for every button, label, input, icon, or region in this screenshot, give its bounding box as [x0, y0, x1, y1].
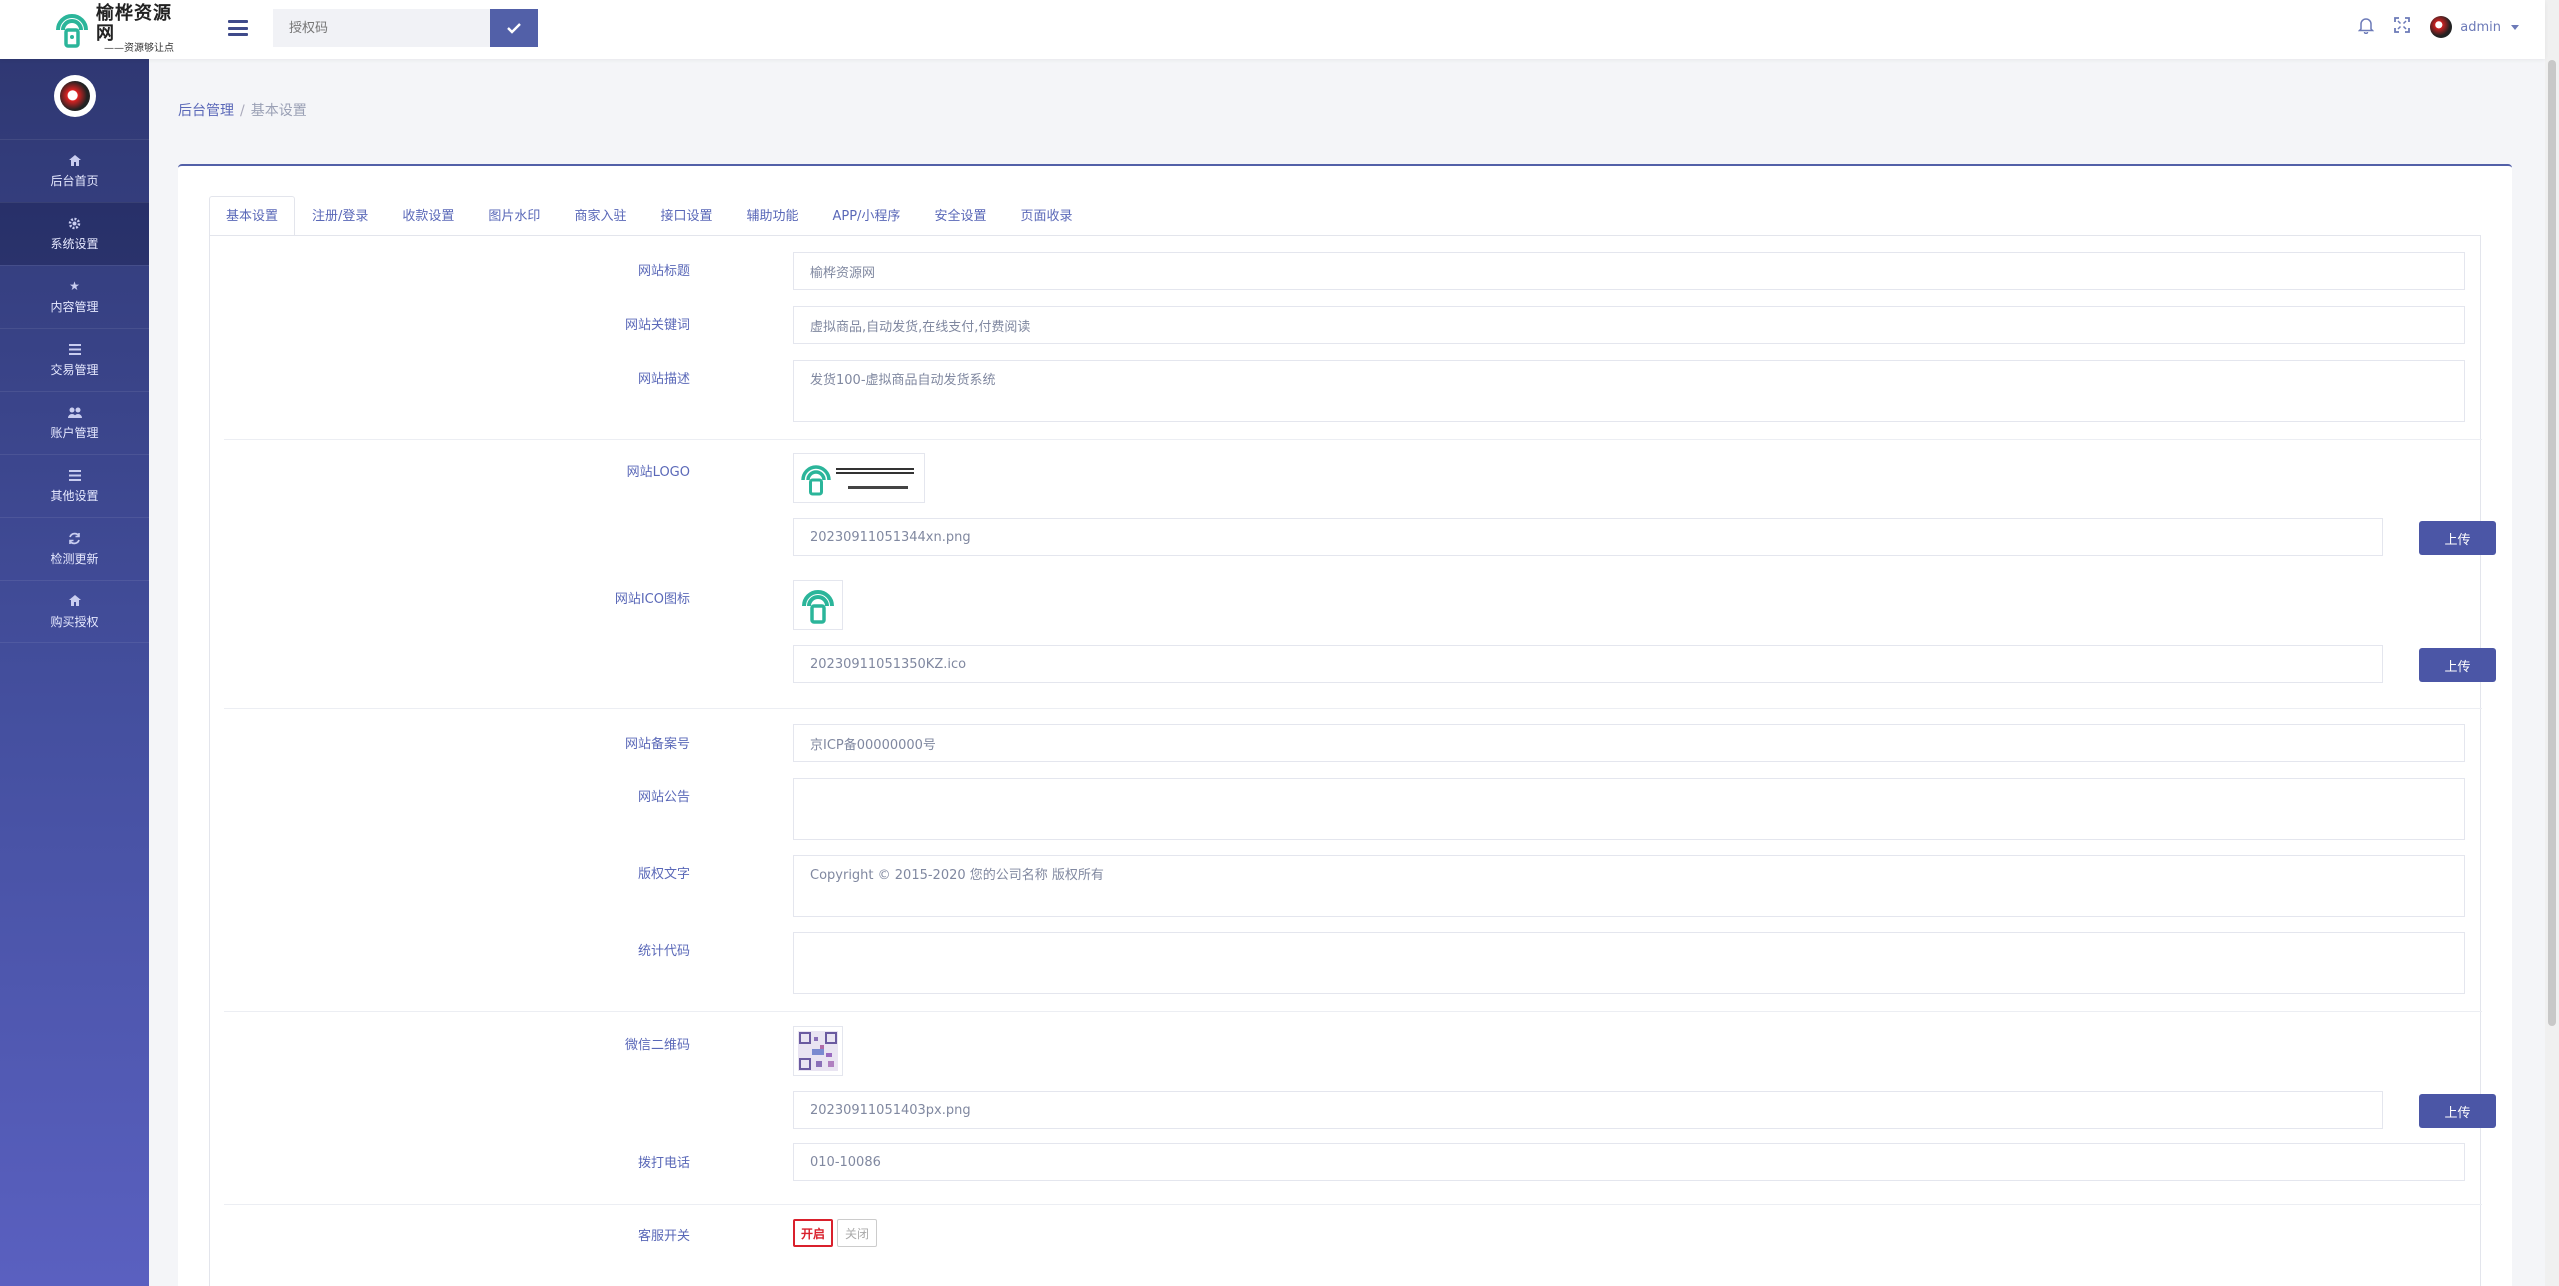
divider: [224, 439, 2482, 440]
icp-label: 网站备案号: [624, 737, 690, 752]
license-search: [273, 9, 538, 47]
wechat-qr-upload-button[interactable]: 上传: [2419, 1094, 2496, 1128]
tab-auxiliary[interactable]: 辅助功能: [729, 196, 815, 236]
sidebar-item-transactions[interactable]: 交易管理: [0, 328, 149, 391]
tab-security[interactable]: 安全设置: [917, 196, 1003, 236]
breadcrumb: 后台管理 / 基本设置: [178, 103, 307, 119]
divider: [224, 708, 2482, 709]
brand-logo-mark: [52, 8, 92, 50]
sidebar-item-dashboard[interactable]: 后台首页: [0, 139, 149, 202]
site-ico-preview[interactable]: [793, 580, 843, 630]
user-menu[interactable]: admin: [2430, 16, 2519, 38]
license-submit-button[interactable]: [490, 9, 538, 47]
service-switch-label: 客服开关: [637, 1229, 690, 1244]
tab-image-watermark[interactable]: 图片水印: [471, 196, 557, 236]
site-desc-textarea[interactable]: 发货100-虚拟商品自动发货系统: [793, 360, 2465, 422]
sidebar: 后台首页 系统设置 ★ 内容管理 交易管理 账户管理 其他设置 检测更新 购买授: [0, 59, 149, 1286]
sidebar-item-system-settings[interactable]: 系统设置: [0, 202, 149, 265]
brand-slogan: ——资源够让点: [104, 43, 174, 55]
tab-page-index[interactable]: 页面收录: [1003, 196, 1089, 236]
tab-api-settings[interactable]: 接口设置: [643, 196, 729, 236]
site-ico-upload-button[interactable]: 上传: [2419, 648, 2496, 682]
menu-toggle-icon[interactable]: [228, 18, 248, 38]
users-icon: [67, 405, 82, 419]
site-logo-preview[interactable]: [793, 453, 925, 503]
stats-code-textarea[interactable]: [793, 932, 2465, 994]
sidebar-item-label: 系统设置: [50, 237, 99, 251]
site-desc-label: 网站描述: [637, 372, 690, 387]
wechat-qr-preview[interactable]: [793, 1026, 843, 1076]
site-logo-label: 网站LOGO: [626, 465, 690, 480]
sidebar-item-label: 其他设置: [50, 489, 99, 503]
icp-input[interactable]: 京ICP备00000000号: [793, 724, 2465, 762]
refresh-icon: [68, 531, 82, 545]
breadcrumb-home-link[interactable]: 后台管理: [178, 103, 234, 119]
page-scrollbar[interactable]: [2545, 0, 2559, 1286]
sidebar-item-buy-license[interactable]: 购买授权: [0, 580, 149, 643]
home-icon: [68, 594, 82, 608]
top-navbar: 榆桦资源网 ——资源够让点 admin: [0, 0, 2545, 59]
sidebar-item-check-update[interactable]: 检测更新: [0, 517, 149, 580]
license-code-input[interactable]: [273, 9, 491, 47]
sidebar-item-content[interactable]: ★ 内容管理: [0, 265, 149, 328]
site-keywords-label: 网站关键词: [624, 318, 690, 333]
notice-textarea[interactable]: [793, 778, 2465, 840]
sidebar-item-label: 购买授权: [50, 614, 99, 629]
sidebar-avatar: [53, 75, 96, 117]
site-title-input[interactable]: 榆桦资源网: [793, 252, 2465, 290]
copyright-label: 版权文字: [637, 867, 690, 882]
phone-input[interactable]: 010-10086: [793, 1143, 2465, 1181]
site-ico-label: 网站ICO图标: [614, 592, 690, 607]
notice-label: 网站公告: [637, 790, 690, 805]
wechat-qr-label: 微信二维码: [624, 1038, 690, 1053]
star-icon: ★: [69, 279, 80, 293]
sidebar-menu: 后台首页 系统设置 ★ 内容管理 交易管理 账户管理 其他设置 检测更新 购买授: [0, 139, 149, 643]
tab-basic-settings[interactable]: 基本设置: [209, 196, 296, 236]
basic-settings-panel: 网站标题 榆桦资源网 网站关键词 虚拟商品,自动发货,在线支付,付费阅读 网站描…: [209, 235, 2496, 1286]
scrollbar-thumb[interactable]: [2548, 60, 2556, 1026]
check-icon: [507, 23, 521, 34]
breadcrumb-current: 基本设置: [250, 103, 307, 119]
site-logo-path-input[interactable]: 20230911051344xn.png: [793, 518, 2383, 556]
sidebar-item-other-settings[interactable]: 其他设置: [0, 454, 149, 517]
sidebar-item-accounts[interactable]: 账户管理: [0, 391, 149, 454]
sidebar-item-label: 检测更新: [50, 552, 99, 566]
site-keywords-input[interactable]: 虚拟商品,自动发货,在线支付,付费阅读: [793, 306, 2465, 344]
gear-icon: [68, 216, 82, 230]
site-logo-upload-button[interactable]: 上传: [2419, 521, 2496, 555]
site-ico-path-input[interactable]: 20230911051350KZ.ico: [793, 645, 2383, 683]
tab-app-miniprogram[interactable]: APP/小程序: [815, 196, 917, 236]
phone-label: 拨打电话: [637, 1156, 690, 1171]
list-icon: [68, 342, 82, 356]
service-switch: 开启 关闭: [793, 1219, 877, 1247]
copyright-textarea[interactable]: Copyright © 2015-2020 您的公司名称 版权所有: [793, 855, 2465, 917]
service-off-option[interactable]: 关闭: [837, 1219, 877, 1247]
avatar: [2430, 16, 2453, 38]
sidebar-item-label: 内容管理: [50, 300, 99, 314]
sidebar-item-label: 后台首页: [50, 174, 99, 188]
sidebar-item-label: 交易管理: [50, 363, 99, 377]
service-on-option[interactable]: 开启: [793, 1219, 833, 1247]
brand-logo[interactable]: 榆桦资源网 ——资源够让点: [52, 3, 182, 54]
fullscreen-icon[interactable]: [2394, 17, 2411, 37]
wechat-qr-path-input[interactable]: 20230911051403px.png: [793, 1091, 2383, 1129]
settings-card: 基本设置 注册/登录 收款设置 图片水印 商家入驻 接口设置 辅助功能 APP/…: [178, 164, 2512, 1286]
bell-icon[interactable]: [2357, 16, 2375, 38]
sidebar-item-label: 账户管理: [50, 426, 99, 440]
tab-merchant-join[interactable]: 商家入驻: [557, 196, 643, 236]
tab-payment-settings[interactable]: 收款设置: [385, 196, 471, 236]
tab-register-login[interactable]: 注册/登录: [295, 196, 385, 236]
site-title-label: 网站标题: [637, 264, 690, 279]
divider: [224, 1011, 2482, 1012]
brand-name: 榆桦资源网: [96, 2, 172, 44]
home-icon: [68, 153, 82, 167]
stats-code-label: 统计代码: [637, 944, 690, 959]
settings-tabs: 基本设置 注册/登录 收款设置 图片水印 商家入驻 接口设置 辅助功能 APP/…: [209, 196, 1089, 236]
user-name: admin: [2460, 19, 2501, 35]
divider: [224, 1204, 2482, 1205]
chevron-down-icon: [2511, 24, 2519, 30]
list-icon: [68, 468, 82, 482]
